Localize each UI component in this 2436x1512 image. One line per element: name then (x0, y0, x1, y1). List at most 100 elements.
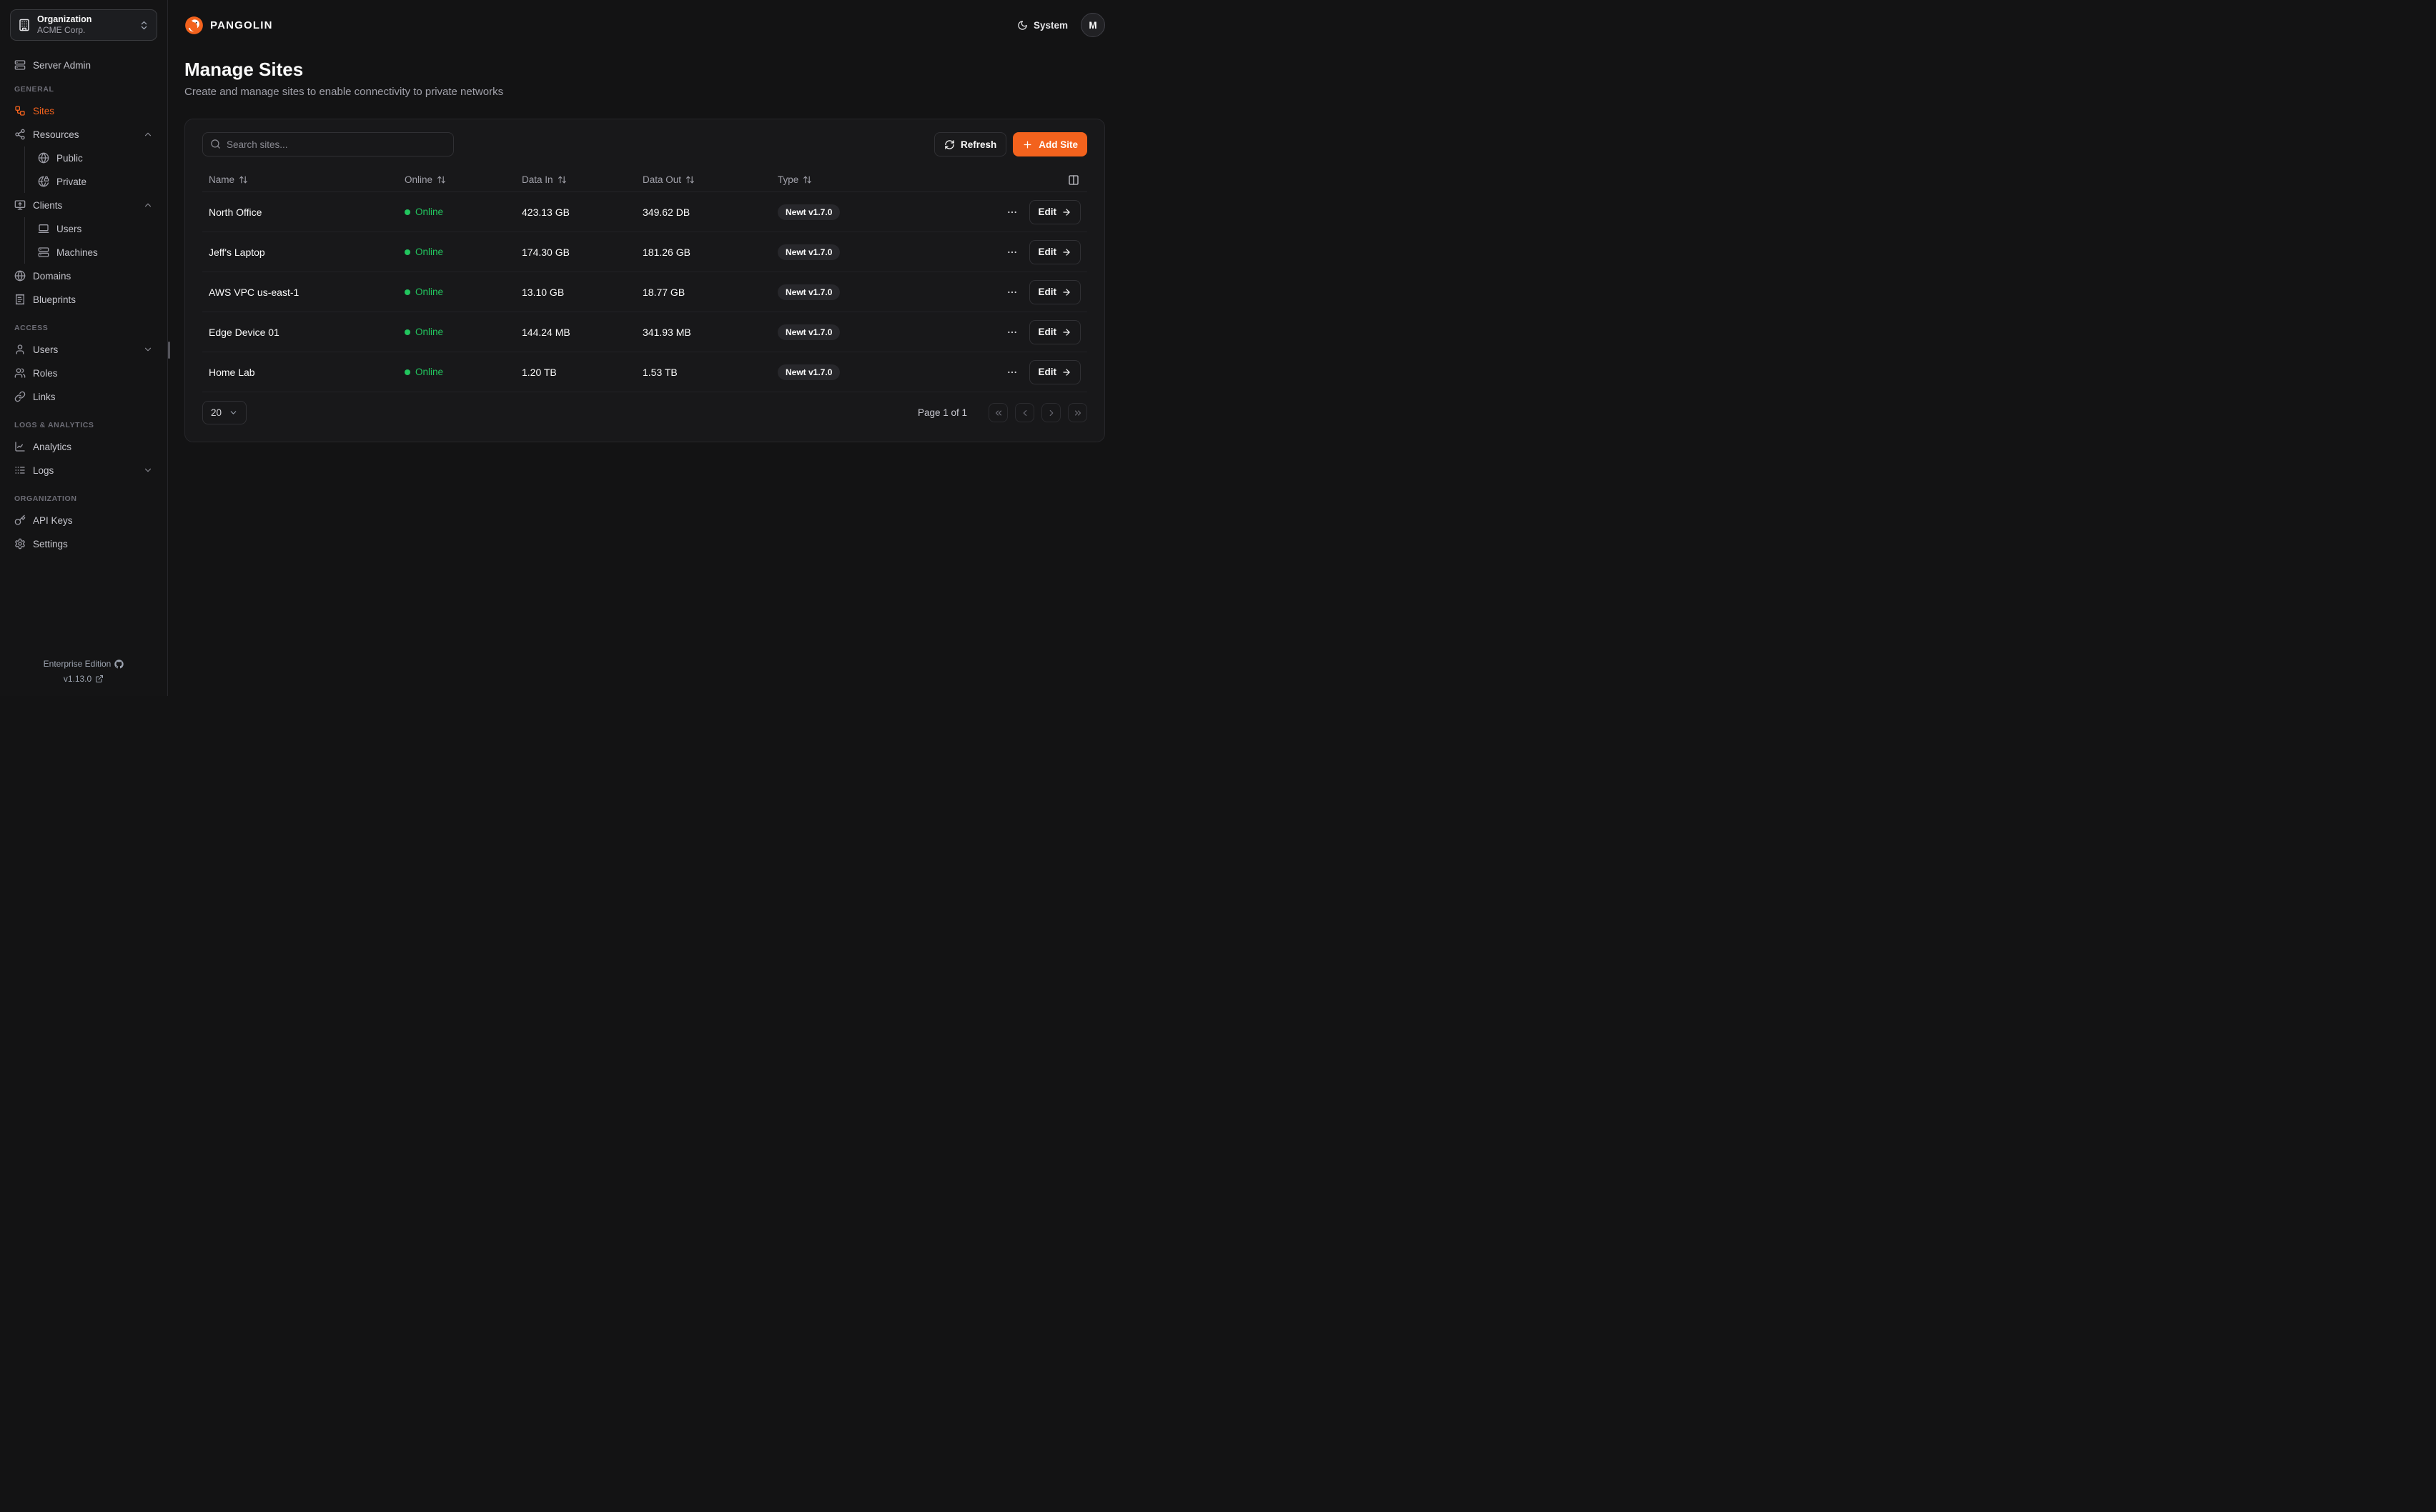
column-visibility-button[interactable] (1066, 173, 1081, 187)
next-page-button[interactable] (1041, 403, 1061, 422)
sidebar-item-domains[interactable]: Domains (10, 264, 157, 287)
edit-button[interactable]: Edit (1029, 360, 1081, 384)
site-data-out: 341.93 MB (643, 327, 778, 338)
sidebar-item-label: Users (56, 224, 81, 234)
sidebar-item-label: Settings (33, 539, 68, 549)
users-icon (14, 367, 26, 379)
monitor-icon (14, 199, 26, 211)
first-page-button[interactable] (989, 403, 1008, 422)
sidebar-item-resources[interactable]: Resources (10, 123, 157, 146)
sidebar-item-roles[interactable]: Roles (10, 362, 157, 384)
column-header-data-in[interactable]: Data In (522, 174, 643, 185)
sidebar-item-blueprints[interactable]: Blueprints (10, 288, 157, 311)
page-subtitle: Create and manage sites to enable connec… (184, 84, 1105, 100)
chevron-down-icon (143, 344, 153, 354)
refresh-button[interactable]: Refresh (934, 132, 1006, 156)
row-menu-button[interactable] (1005, 325, 1019, 339)
site-data-in: 144.24 MB (522, 327, 643, 338)
sidebar-item-analytics[interactable]: Analytics (10, 435, 157, 458)
ellipsis-icon (1006, 247, 1018, 258)
column-header-data-out[interactable]: Data Out (643, 174, 778, 185)
table-row: Home Lab Online 1.20 TB 1.53 TB Newt v1.… (202, 352, 1087, 392)
site-data-out: 349.62 DB (643, 207, 778, 218)
sidebar-item-private[interactable]: Private (34, 170, 157, 193)
building-icon (18, 19, 31, 31)
site-data-out: 1.53 TB (643, 367, 778, 378)
sidebar-item-clients[interactable]: Clients (10, 194, 157, 217)
type-badge: Newt v1.7.0 (778, 244, 840, 260)
edition-link[interactable]: Enterprise Edition (0, 659, 167, 669)
brand-name: PANGOLIN (210, 19, 273, 31)
row-menu-button[interactable] (1005, 205, 1019, 219)
arrow-right-icon (1061, 287, 1071, 297)
ellipsis-icon (1006, 207, 1018, 218)
column-header-online[interactable]: Online (405, 174, 522, 185)
row-menu-button[interactable] (1005, 285, 1019, 299)
github-icon (114, 660, 124, 669)
avatar[interactable]: M (1081, 13, 1105, 37)
version-link[interactable]: v1.13.0 (0, 674, 167, 684)
sidebar-item-label: Server Admin (33, 60, 91, 71)
search-input[interactable] (202, 132, 454, 156)
site-name: Edge Device 01 (209, 327, 405, 338)
column-header-type[interactable]: Type (778, 174, 988, 185)
brand[interactable]: PANGOLIN (184, 16, 273, 35)
search-icon (210, 139, 221, 149)
sidebar-item-server-admin[interactable]: Server Admin (10, 54, 157, 76)
column-header-name[interactable]: Name (209, 174, 405, 185)
online-dot (405, 289, 410, 295)
last-page-button[interactable] (1068, 403, 1087, 422)
page-size-value: 20 (211, 407, 222, 418)
section-label-logs-analytics: LOGS & ANALYTICS (14, 421, 157, 429)
theme-toggle-button[interactable]: System (1017, 20, 1068, 31)
sidebar-item-logs[interactable]: Logs (10, 459, 157, 482)
sidebar-item-users[interactable]: Users (10, 338, 157, 361)
edit-button[interactable]: Edit (1029, 280, 1081, 304)
sidebar-item-label: Blueprints (33, 294, 76, 305)
row-menu-button[interactable] (1005, 365, 1019, 379)
org-switcher[interactable]: Organization ACME Corp. (10, 9, 157, 41)
online-dot (405, 369, 410, 375)
page-size-select[interactable]: 20 (202, 401, 247, 424)
prev-page-button[interactable] (1015, 403, 1034, 422)
edit-button[interactable]: Edit (1029, 320, 1081, 344)
sidebar-item-label: Machines (56, 247, 98, 258)
sidebar-item-public[interactable]: Public (34, 146, 157, 169)
sites-icon (14, 105, 26, 116)
avatar-initial: M (1089, 20, 1096, 31)
type-badge: Newt v1.7.0 (778, 364, 840, 380)
chevrons-up-down-icon (139, 20, 149, 31)
sidebar-item-label: Roles (33, 368, 58, 379)
sidebar-item-client-users[interactable]: Users (34, 217, 157, 240)
edit-button[interactable]: Edit (1029, 200, 1081, 224)
edition-label: Enterprise Edition (44, 659, 112, 669)
sidebar-item-links[interactable]: Links (10, 385, 157, 408)
type-badge: Newt v1.7.0 (778, 324, 840, 340)
arrow-right-icon (1061, 247, 1071, 257)
edit-button[interactable]: Edit (1029, 240, 1081, 264)
sidebar-item-machines[interactable]: Machines (34, 241, 157, 264)
sidebar-item-sites[interactable]: Sites (10, 99, 157, 122)
site-name: AWS VPC us-east-1 (209, 287, 405, 298)
sidebar-item-settings[interactable]: Settings (10, 532, 157, 555)
sidebar-item-api-keys[interactable]: API Keys (10, 509, 157, 532)
chevron-up-icon (143, 129, 153, 139)
external-link-icon (95, 675, 104, 683)
pagination: 20 Page 1 of 1 (202, 401, 1087, 424)
globe-icon (38, 152, 49, 164)
row-menu-button[interactable] (1005, 245, 1019, 259)
site-name: North Office (209, 207, 405, 218)
pangolin-logo-icon (184, 16, 204, 35)
add-site-button[interactable]: Add Site (1013, 132, 1087, 156)
plus-icon (1022, 139, 1033, 150)
columns-icon (1068, 174, 1079, 186)
sidebar-item-label: Analytics (33, 442, 71, 452)
table-row: AWS VPC us-east-1 Online 13.10 GB 18.77 … (202, 272, 1087, 312)
sidebar-item-label: Domains (33, 271, 71, 282)
sidebar-item-label: Public (56, 153, 83, 164)
server-icon (38, 247, 49, 258)
globe-icon (14, 270, 26, 282)
key-icon (14, 514, 26, 526)
refresh-icon (944, 139, 955, 150)
table-header: Name Online Data In Data Out Type (202, 171, 1087, 192)
